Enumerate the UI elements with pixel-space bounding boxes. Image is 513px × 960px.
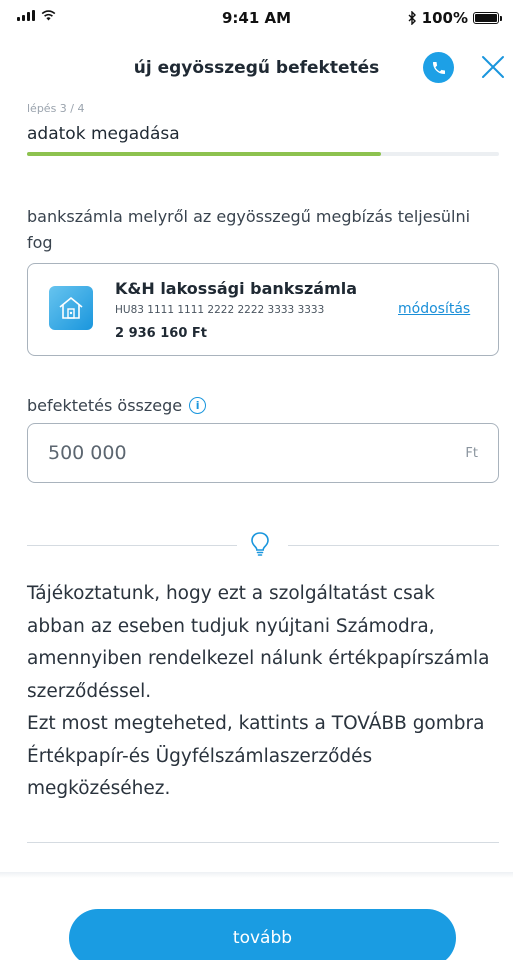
battery-icon bbox=[473, 12, 502, 24]
step-indicator: lépés 3 / 4 bbox=[27, 102, 85, 115]
step-title: adatok megadása bbox=[27, 124, 180, 144]
phone-icon bbox=[432, 61, 445, 74]
step-progress-fill bbox=[27, 152, 381, 156]
close-icon[interactable] bbox=[480, 54, 506, 80]
amount-label: befektetés összege i bbox=[27, 396, 207, 415]
house-account-icon bbox=[49, 286, 93, 330]
account-balance: 2 936 160 Ft bbox=[115, 326, 207, 341]
info-icon[interactable]: i bbox=[189, 397, 207, 414]
account-name: K&H lakossági bankszámla bbox=[115, 279, 358, 298]
account-section-label: bankszámla melyről az egyösszegű megbízá… bbox=[27, 207, 471, 252]
modify-account-link[interactable]: módosítás bbox=[398, 301, 470, 317]
amount-label-text: befektetés összege bbox=[27, 396, 183, 415]
header: új egyösszegű befektetés bbox=[0, 48, 513, 88]
step-progress-bar bbox=[27, 152, 499, 156]
account-card: K&H lakossági bankszámla HU83 1111 1111 … bbox=[27, 263, 499, 356]
bluetooth-icon bbox=[408, 11, 416, 25]
call-button[interactable] bbox=[423, 52, 454, 83]
battery-percent: 100% bbox=[421, 9, 468, 27]
lightbulb-icon bbox=[251, 532, 269, 556]
bottom-divider bbox=[27, 842, 499, 843]
divider-left bbox=[27, 545, 237, 546]
amount-input[interactable]: 500 000 Ft bbox=[27, 423, 499, 483]
footer-separator bbox=[0, 872, 513, 878]
amount-currency: Ft bbox=[465, 446, 478, 461]
notice-text: Tájékoztatunk, hogy ezt a szolgáltatást … bbox=[27, 583, 490, 799]
status-bar: 9:41 AM 100% bbox=[0, 0, 513, 40]
next-button[interactable]: tovább bbox=[69, 909, 456, 960]
amount-value: 500 000 bbox=[48, 442, 127, 464]
account-iban: HU83 1111 1111 2222 2222 3333 3333 bbox=[115, 304, 325, 316]
divider-right bbox=[288, 545, 499, 546]
